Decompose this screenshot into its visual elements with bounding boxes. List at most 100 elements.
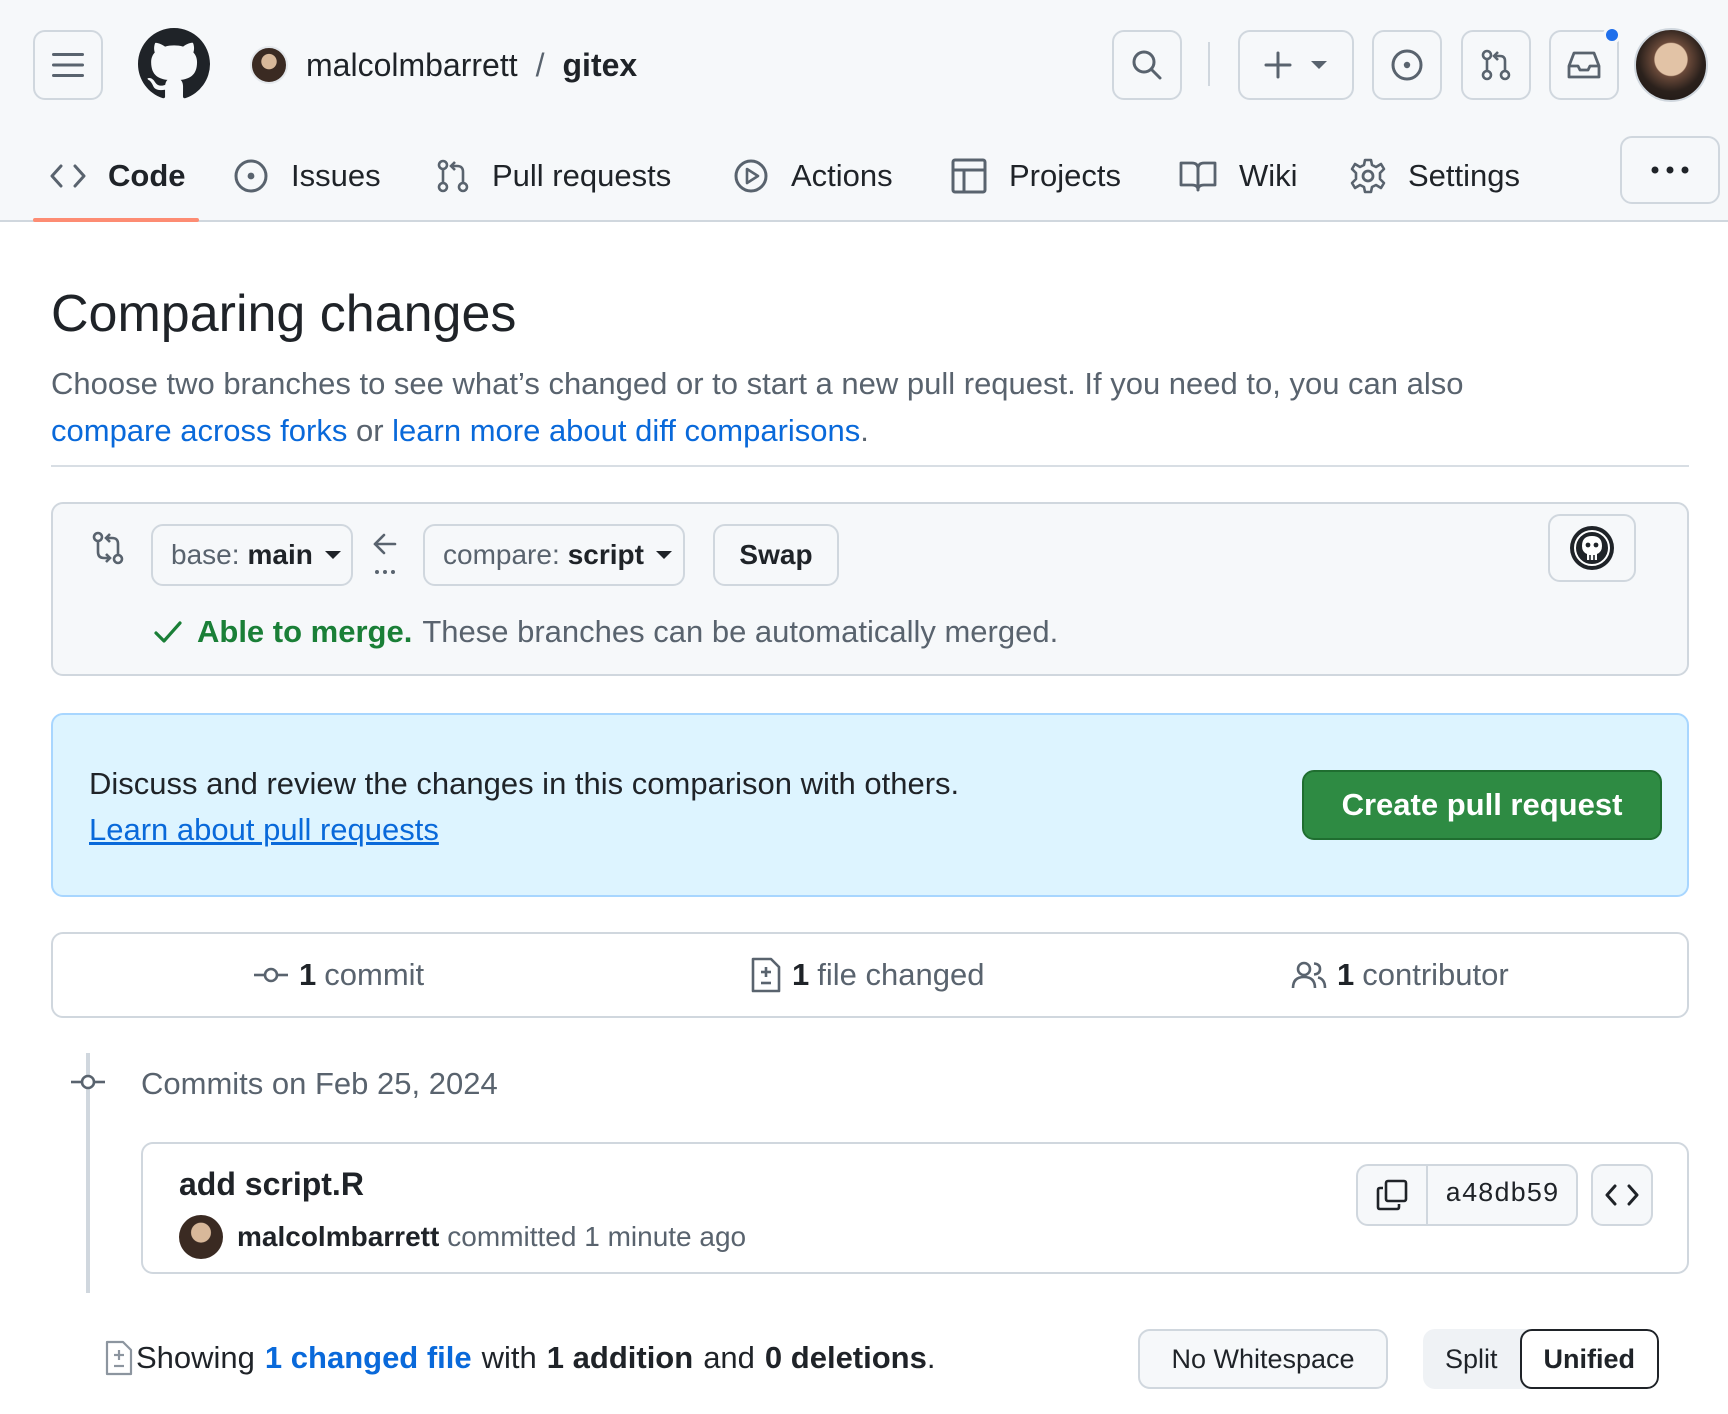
files-changed-tab[interactable]: 1 file changed — [750, 934, 984, 1016]
create-pull-request-button[interactable]: Create pull request — [1302, 770, 1662, 840]
merge-detail-text: These branches can be automatically merg… — [422, 614, 1059, 649]
active-tab-underline — [33, 218, 199, 222]
commits-count-tab[interactable]: 1 commit — [253, 934, 424, 1016]
search-button[interactable] — [1112, 30, 1182, 100]
repo-nav-tabs: Code Issues Pull requests Actions Projec… — [0, 130, 1728, 222]
and-text: and — [703, 1340, 755, 1375]
with-text: with — [481, 1340, 537, 1375]
copy-sha-button[interactable] — [1358, 1166, 1428, 1224]
book-icon — [1179, 161, 1217, 192]
create-new-button[interactable] — [1238, 30, 1354, 100]
section-divider — [51, 465, 1689, 467]
app-header: malcolmbarrett / gitex Code Issues Pull … — [0, 0, 1728, 222]
play-icon — [734, 159, 768, 193]
base-label: base: — [171, 539, 240, 570]
comparison-summary: 1 commit 1 file changed 1 contributor — [51, 932, 1689, 1018]
diff-view-toggle: Split Unified — [1423, 1329, 1660, 1389]
commit-meta: malcolmbarrett committed 1 minute ago — [179, 1214, 746, 1260]
tab-code[interactable]: Code — [50, 130, 186, 222]
unified-view-button[interactable]: Unified — [1519, 1329, 1660, 1389]
tab-pull-requests[interactable]: Pull requests — [436, 130, 671, 222]
swap-button[interactable]: Swap — [713, 524, 839, 586]
people-icon — [1291, 961, 1327, 989]
browse-repo-at-commit-button[interactable] — [1591, 1164, 1653, 1226]
git-compare-icon — [92, 531, 124, 565]
commits-label: commit — [324, 957, 425, 992]
tab-wiki-label: Wiki — [1239, 158, 1298, 193]
merge-status: Able to merge. These branches can be aut… — [153, 612, 1058, 652]
copy-icon — [1376, 1179, 1408, 1211]
no-whitespace-button[interactable]: No Whitespace — [1138, 1329, 1388, 1389]
triangle-down-icon — [324, 551, 341, 559]
triangle-down-icon — [655, 551, 672, 559]
github-logo-icon[interactable] — [138, 28, 210, 100]
additions-count: 1 addition — [546, 1340, 694, 1375]
tab-settings[interactable]: Settings — [1350, 130, 1520, 222]
table-icon — [951, 158, 987, 194]
copilot-button[interactable] — [1548, 514, 1636, 582]
hamburger-icon — [52, 53, 84, 77]
repo-breadcrumb: malcolmbarrett / gitex — [250, 40, 637, 90]
global-menu-button[interactable] — [33, 30, 103, 100]
author-avatar[interactable] — [179, 1215, 223, 1259]
tab-wiki[interactable]: Wiki — [1179, 130, 1298, 222]
range-editor: base: main compare: script Swap Able to … — [51, 502, 1689, 676]
learn-pull-requests-link[interactable]: Learn about pull requests — [89, 812, 439, 847]
issues-button[interactable] — [1372, 30, 1442, 100]
tab-pull-requests-label: Pull requests — [492, 158, 672, 193]
changed-file-link[interactable]: 1 changed file — [265, 1340, 472, 1376]
commit-author-link[interactable]: malcolmbarrett — [237, 1221, 439, 1253]
compare-branch-select[interactable]: compare: script — [423, 524, 685, 586]
pull-request-promo: Discuss and review the changes in this c… — [51, 713, 1689, 897]
tab-actions-label: Actions — [791, 158, 893, 193]
git-commit-icon — [71, 1074, 105, 1090]
owner-avatar[interactable] — [250, 46, 288, 84]
commit-message-link[interactable]: add script.R — [179, 1166, 364, 1203]
git-pull-request-icon — [1481, 49, 1511, 81]
compare-label: compare: — [443, 539, 560, 570]
files-count: 1 — [792, 957, 810, 992]
breadcrumb-separator: / — [535, 46, 545, 83]
commit-sha-group: a48db59 — [1356, 1164, 1578, 1226]
tab-issues[interactable]: Issues — [233, 130, 381, 222]
tab-actions[interactable]: Actions — [733, 130, 893, 222]
commit-row: add script.R malcolmbarrett committed 1 … — [141, 1142, 1689, 1274]
pull-requests-button[interactable] — [1461, 30, 1531, 100]
git-commit-icon — [254, 967, 288, 983]
commits-count: 1 — [299, 957, 317, 992]
promo-text-block: Discuss and review the changes in this c… — [89, 761, 959, 853]
promo-text: Discuss and review the changes in this c… — [89, 766, 960, 801]
user-avatar[interactable] — [1634, 28, 1708, 102]
inbox-icon — [1567, 51, 1601, 79]
tab-issues-label: Issues — [291, 158, 381, 193]
compare-across-forks-link[interactable]: compare across forks — [51, 413, 347, 448]
contributors-tab[interactable]: 1 contributor — [1291, 934, 1509, 1016]
page-title: Comparing changes — [51, 285, 517, 343]
commit-group-date: Commits on Feb 25, 2024 — [141, 1066, 498, 1101]
pull-request-icon — [437, 159, 469, 193]
repo-owner-link[interactable]: malcolmbarrett — [306, 47, 518, 84]
tab-code-label: Code — [108, 158, 186, 193]
more-tabs-button[interactable] — [1620, 136, 1720, 204]
tab-settings-label: Settings — [1408, 158, 1521, 193]
learn-diff-comparisons-link[interactable]: learn more about diff comparisons — [392, 413, 860, 448]
kebab-horizontal-icon — [1651, 166, 1689, 174]
description-or: or — [355, 413, 384, 448]
tab-projects[interactable]: Projects — [951, 130, 1121, 222]
base-value: main — [247, 539, 313, 570]
summary-period: . — [926, 1340, 936, 1375]
file-diff-icon — [105, 1340, 133, 1376]
split-view-button[interactable]: Split — [1423, 1329, 1520, 1389]
description-text: Choose two branches to see what’s change… — [51, 366, 1464, 401]
search-icon — [1132, 50, 1162, 80]
contributors-label: contributor — [1362, 957, 1509, 992]
commit-sha-link[interactable]: a48db59 — [1428, 1166, 1576, 1224]
issue-opened-icon — [1391, 49, 1423, 81]
merge-ok-text: Able to merge. — [197, 614, 413, 649]
gear-icon — [1350, 158, 1386, 194]
base-branch-select[interactable]: base: main — [151, 524, 353, 586]
commit-time: committed 1 minute ago — [447, 1221, 747, 1252]
triangle-down-icon — [1311, 61, 1327, 69]
tab-projects-label: Projects — [1009, 158, 1121, 193]
repo-name-link[interactable]: gitex — [563, 47, 638, 84]
